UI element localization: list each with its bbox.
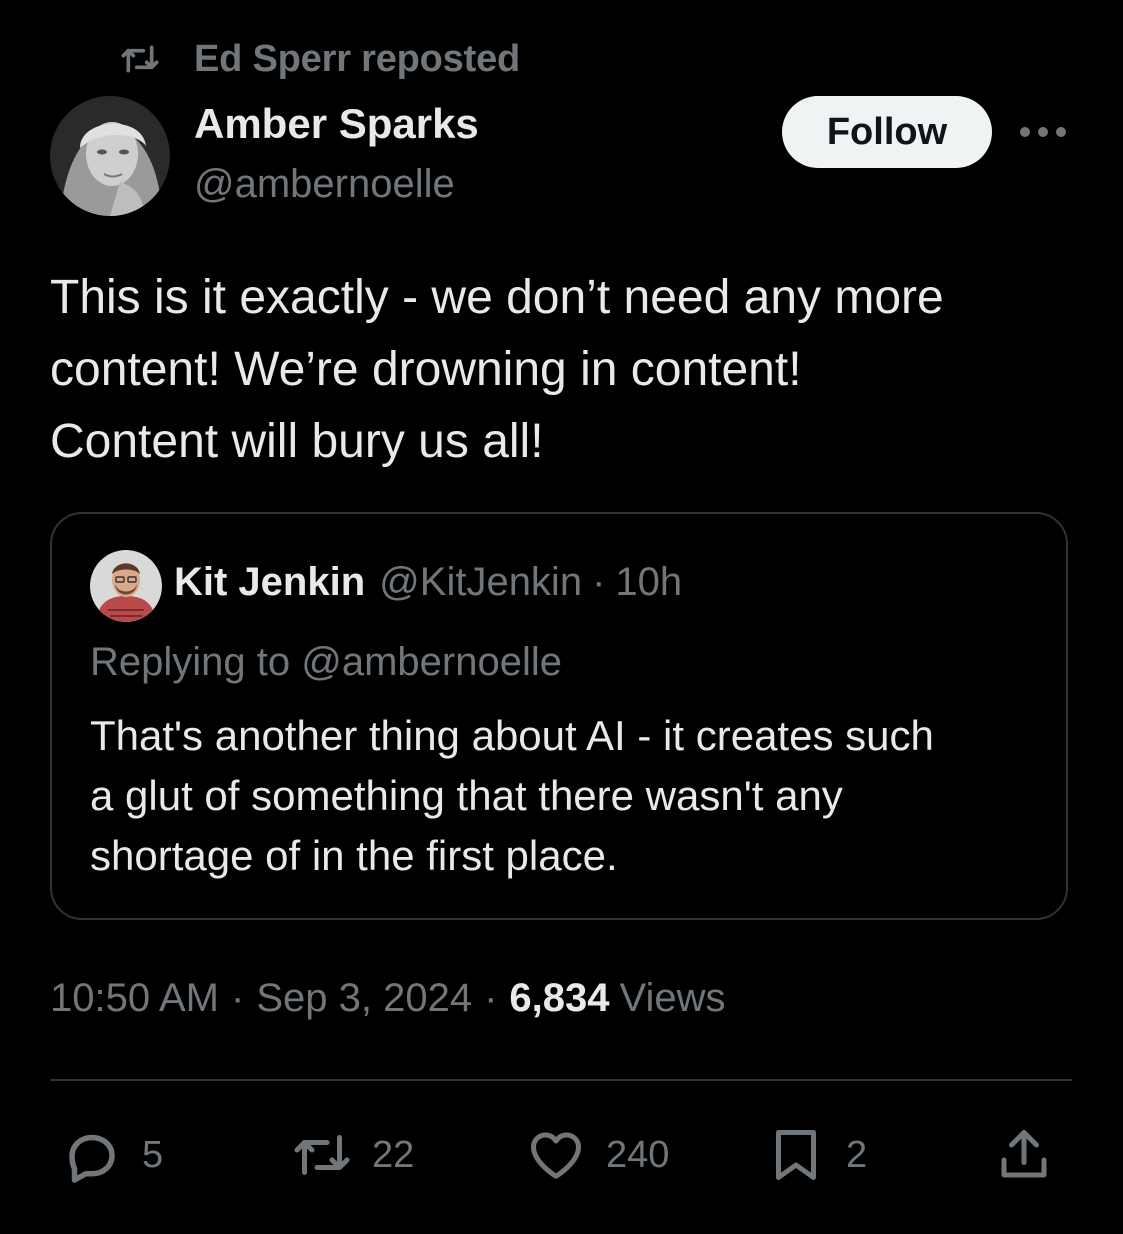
share-icon — [1001, 1130, 1047, 1178]
quoted-tweet[interactable]: Kit Jenkin @KitJenkin · 10h Replying to … — [50, 512, 1068, 920]
views-label[interactable]: Views — [620, 976, 726, 1021]
repost-button[interactable]: 22 — [292, 1120, 414, 1190]
bookmark-icon — [776, 1130, 816, 1180]
quoted-text: That's another thing about AI - it creat… — [90, 706, 1050, 886]
tweet-time[interactable]: 10:50 AM — [50, 976, 219, 1021]
views-count[interactable]: 6,834 — [509, 976, 609, 1021]
separator-dot: · — [231, 976, 245, 1020]
author-name[interactable]: Amber Sparks — [194, 100, 479, 148]
separator-dot: · — [592, 560, 606, 604]
like-button[interactable]: 240 — [526, 1120, 669, 1190]
quoted-header: Kit Jenkin @KitJenkin · 10h — [174, 560, 682, 605]
tweet-date[interactable]: Sep 3, 2024 — [256, 976, 472, 1021]
repost-banner-text: Ed Sperr reposted — [194, 37, 521, 80]
replying-to[interactable]: Replying to @ambernoelle — [90, 640, 562, 685]
share-button[interactable] — [994, 1120, 1054, 1190]
quoted-text-line: shortage of in the first place. — [90, 832, 618, 879]
author-handle[interactable]: @ambernoelle — [194, 162, 455, 207]
heart-icon — [531, 1132, 581, 1179]
quoted-author-handle[interactable]: @KitJenkin — [379, 560, 582, 605]
quoted-author-avatar[interactable] — [90, 550, 162, 622]
separator-dot: · — [484, 976, 498, 1020]
tweet-text-line: content! We’re drowning in content! — [50, 343, 802, 396]
quoted-text-line: a glut of something that there wasn't an… — [90, 772, 843, 819]
divider — [50, 1079, 1072, 1081]
like-count: 240 — [606, 1133, 670, 1176]
tweet-text: This is it exactly - we don’t need any m… — [50, 262, 1070, 478]
reply-icon — [69, 1134, 115, 1183]
repost-banner[interactable]: Ed Sperr reposted — [120, 36, 520, 82]
author-avatar[interactable] — [50, 96, 170, 216]
bookmark-count: 2 — [846, 1133, 868, 1176]
repost-icon — [121, 45, 159, 73]
quoted-timestamp[interactable]: 10h — [615, 560, 682, 605]
reply-count: 5 — [142, 1133, 164, 1176]
tweet-meta: 10:50 AM · Sep 3, 2024 · 6,834 Views — [50, 976, 726, 1021]
quoted-text-line: That's another thing about AI - it creat… — [90, 712, 934, 759]
tweet-text-line: Content will bury us all! — [50, 415, 544, 468]
bookmark-button[interactable]: 2 — [766, 1120, 867, 1190]
follow-button[interactable]: Follow — [782, 96, 992, 168]
reply-button[interactable]: 5 — [62, 1120, 163, 1190]
tweet-text-line: This is it exactly - we don’t need any m… — [50, 271, 944, 324]
repost-icon — [294, 1135, 350, 1175]
more-options-icon[interactable] — [1018, 110, 1068, 154]
repost-count: 22 — [372, 1133, 415, 1176]
quoted-author-name[interactable]: Kit Jenkin — [174, 560, 365, 605]
